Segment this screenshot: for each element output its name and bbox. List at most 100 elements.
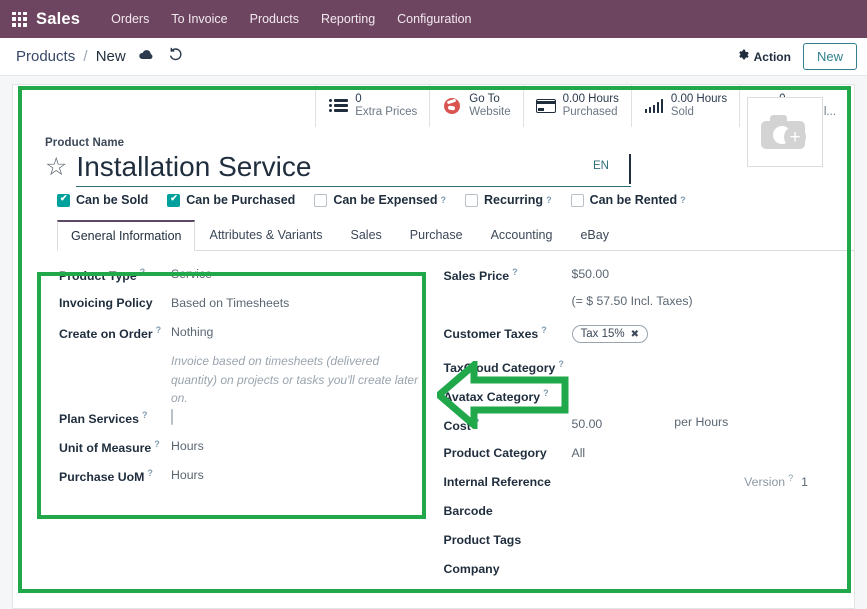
field-value-invoicing-policy[interactable]: Based on Timesheets — [171, 294, 289, 310]
tab-accounting[interactable]: Accounting — [477, 220, 567, 251]
field-value-unit-of-measure[interactable]: Hours — [171, 437, 204, 453]
help-icon-product-type[interactable]: ? — [140, 267, 146, 277]
field-invoicing-policy: Invoicing Policy Based on Timesheets — [59, 294, 434, 323]
checkbox-can-be-rented[interactable]: Can be Rented ? — [570, 193, 686, 207]
help-icon-purchase-uom[interactable]: ? — [147, 468, 153, 478]
form-sheet-area: 0 Extra Prices Go To Website 0.00 Hours — [0, 76, 867, 609]
tab-attributes-variants[interactable]: Attributes & Variants — [195, 220, 336, 251]
checkbox-can-be-purchased[interactable]: Can be Purchased — [167, 193, 295, 207]
invoicing-policy-note-row: Invoice based on timesheets (delivered q… — [59, 352, 434, 408]
product-name-input-wrap[interactable] — [76, 151, 631, 187]
field-value-sales-price[interactable]: $50.00 — [572, 265, 610, 281]
form-notebook-tabs: General Information Attributes & Variant… — [57, 219, 854, 251]
sales-price-incl-taxes-row: (= $ 57.50 Incl. Taxes) — [444, 294, 855, 323]
undo-discard-icon[interactable] — [168, 47, 183, 67]
field-label-avatax-category: Avatax Category? — [443, 388, 549, 405]
field-value-customer-taxes: Tax 15% ✖ — [571, 323, 648, 343]
help-icon-unit-of-measure[interactable]: ? — [154, 439, 160, 449]
stat-button-go-to-website[interactable]: Go To Website — [429, 85, 522, 127]
checkbox-box-can-be-rented[interactable] — [570, 193, 584, 207]
field-label-plan-services: Plan Services? — [59, 409, 148, 426]
stat-label-extra-prices: Extra Prices — [355, 106, 418, 118]
field-label-version: Version? — [744, 473, 794, 490]
nav-item-orders[interactable]: Orders — [100, 8, 160, 30]
checkbox-label-can-be-purchased: Can be Purchased — [186, 193, 296, 207]
field-product-category: Product Category All — [444, 444, 855, 473]
field-label-sales-price: Sales Price? — [443, 267, 518, 284]
app-brand-sales[interactable]: Sales — [36, 10, 80, 29]
tag-remove-icon[interactable]: ✖ — [631, 329, 639, 340]
help-icon-create-on-order[interactable]: ? — [156, 325, 162, 335]
field-product-tags: Product Tags — [444, 531, 855, 560]
field-label-purchase-uom: Purchase UoM? — [59, 467, 153, 484]
help-icon-can-be-rented[interactable]: ? — [680, 195, 686, 205]
field-value-version[interactable]: 1 — [801, 475, 808, 489]
new-button[interactable]: New — [802, 43, 857, 70]
left-field-column: Product Type? Service Invoicing Policy B… — [13, 265, 434, 589]
checkbox-box-can-be-sold[interactable] — [57, 193, 70, 207]
tab-purchase[interactable]: Purchase — [396, 220, 477, 251]
tab-general-information[interactable]: General Information — [57, 220, 196, 251]
help-icon-taxcloud-category[interactable]: ? — [558, 359, 564, 369]
stat-value-sold: 0.00 Hours — [670, 92, 728, 105]
product-name-caption: Product Name — [45, 137, 125, 149]
breadcrumb-current: New — [95, 48, 126, 65]
nav-item-to-invoice[interactable]: To Invoice — [160, 8, 238, 30]
field-company: Company — [444, 560, 855, 589]
product-name-input[interactable] — [76, 151, 631, 186]
control-panel: Products / New Action New — [0, 38, 867, 76]
checkbox-can-be-expensed[interactable]: Can be Expensed ? — [314, 193, 446, 207]
field-value-cost[interactable]: 50.00 — [572, 415, 603, 431]
camera-add-icon: + — [761, 115, 809, 149]
product-image-placeholder[interactable]: + — [747, 97, 823, 167]
help-icon-sales-price[interactable]: ? — [512, 267, 518, 277]
apps-grid-icon[interactable] — [12, 11, 27, 27]
right-field-column: Sales Price? $50.00 (= $ 57.50 Incl. Tax… — [434, 265, 855, 589]
stat-button-sold[interactable]: 0.00 Hours Sold — [630, 85, 739, 127]
nav-item-products[interactable]: Products — [239, 8, 310, 30]
field-value-product-category[interactable]: All — [572, 444, 586, 460]
field-label-product-category: Product Category — [443, 446, 547, 460]
field-value-product-type[interactable]: Service — [171, 265, 212, 281]
top-navbar: Sales Orders To Invoice Products Reporti… — [0, 0, 867, 38]
field-label-invoicing-policy: Invoicing Policy — [59, 296, 153, 310]
checkbox-box-can-be-expensed[interactable] — [314, 193, 328, 207]
breadcrumb-products[interactable]: Products — [16, 48, 75, 65]
product-name-block: Product Name ☆ EN — [13, 127, 854, 187]
help-icon-cost[interactable]: ? — [474, 417, 480, 427]
field-customer-taxes: Customer Taxes? Tax 15% ✖ — [444, 323, 855, 357]
checkbox-box-can-be-purchased[interactable] — [167, 193, 181, 207]
stat-value-purchased: 0.00 Hours — [562, 92, 619, 105]
help-icon-customer-taxes[interactable]: ? — [541, 325, 547, 335]
tag-customer-tax[interactable]: Tax 15% ✖ — [571, 325, 648, 343]
star-icon[interactable]: ☆ — [45, 154, 67, 180]
field-value-purchase-uom[interactable]: Hours — [171, 466, 204, 482]
checkbox-box-recurring[interactable] — [465, 193, 479, 207]
stat-button-extra-prices[interactable]: 0 Extra Prices — [315, 85, 429, 127]
nav-item-reporting[interactable]: Reporting — [310, 8, 386, 30]
action-button[interactable]: Action — [737, 49, 791, 64]
cloud-save-icon[interactable] — [139, 49, 154, 64]
gear-icon — [737, 49, 749, 64]
help-icon-version[interactable]: ? — [788, 473, 793, 483]
checkbox-can-be-sold[interactable]: Can be Sold — [57, 193, 148, 207]
field-product-type: Product Type? Service — [59, 265, 434, 294]
field-create-on-order: Create on Order? Nothing — [59, 323, 434, 352]
help-icon-can-be-expensed[interactable]: ? — [441, 195, 447, 205]
checkbox-plan-services[interactable] — [171, 408, 173, 425]
stat-button-purchased[interactable]: 0.00 Hours Purchased — [522, 85, 631, 127]
checkbox-recurring[interactable]: Recurring ? — [465, 193, 552, 207]
field-label-cost: Cost? — [443, 417, 480, 434]
help-icon-plan-services[interactable]: ? — [142, 410, 148, 420]
help-icon-avatax-category[interactable]: ? — [543, 388, 549, 398]
field-label-unit-of-measure: Unit of Measure? — [59, 438, 160, 455]
language-badge[interactable]: EN — [593, 160, 609, 172]
invoicing-policy-note: Invoice based on timesheets (delivered q… — [171, 354, 419, 406]
nav-item-configuration[interactable]: Configuration — [386, 8, 482, 30]
field-value-create-on-order[interactable]: Nothing — [171, 323, 213, 339]
field-barcode: Barcode — [444, 502, 855, 531]
version-field: Version? 1 — [744, 473, 854, 489]
help-icon-recurring[interactable]: ? — [546, 195, 552, 205]
tab-sales[interactable]: Sales — [337, 220, 396, 251]
tab-ebay[interactable]: eBay — [566, 220, 623, 251]
